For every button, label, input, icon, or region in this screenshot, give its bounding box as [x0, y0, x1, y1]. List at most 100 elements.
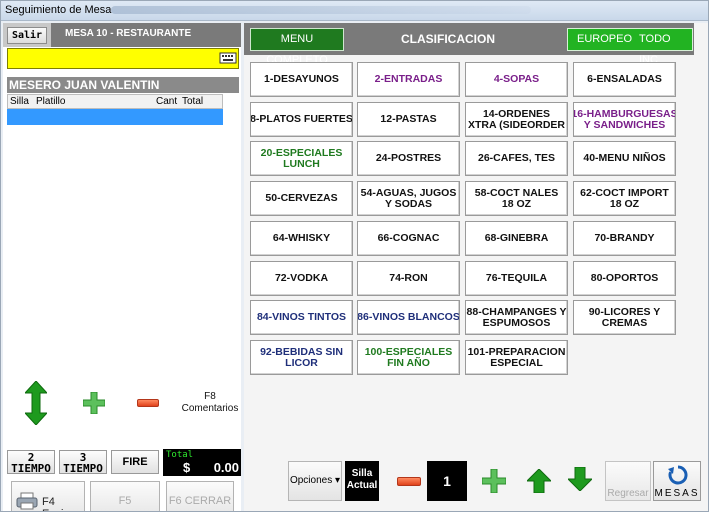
mesero-label: MESERO JUAN VALENTIN [7, 77, 239, 93]
plus-icon[interactable] [83, 392, 105, 414]
total-currency: $ [183, 460, 191, 475]
category-button[interactable]: 12-PASTAS [357, 102, 460, 137]
menu-completo-button[interactable]: MENU COMPLETO [250, 28, 344, 66]
category-label: 74-RON [389, 272, 428, 284]
category-button[interactable]: 66-COGNAC [357, 221, 460, 256]
category-button[interactable]: 80-OPORTOS [573, 261, 676, 296]
category-label: 86-VINOS BLANCOS [357, 311, 460, 323]
category-button[interactable]: 54-AGUAS, JUGOS Y SODAS [357, 181, 460, 216]
plan-selector[interactable]: EUROPEO TODO INC [567, 28, 693, 66]
category-button[interactable]: 1-DESAYUNOS [250, 62, 353, 97]
minus-icon[interactable] [137, 399, 159, 407]
order-grid-header: Silla Platillo Cant Total [7, 94, 223, 109]
total-value: 0.00 [213, 460, 239, 475]
up-arrow-icon[interactable] [527, 469, 551, 493]
category-label: 2-ENTRADAS [374, 73, 443, 85]
category-button[interactable]: 72-VODKA [250, 261, 353, 296]
order-grid[interactable] [7, 109, 223, 354]
silla-minus-icon[interactable] [397, 477, 421, 486]
category-label: 54-AGUAS, JUGOS Y SODAS [360, 186, 457, 210]
category-label: 16-HAMBURGUESAS Y SANDWICHES [573, 107, 676, 131]
category-label: 24-POSTRES [375, 152, 442, 164]
category-button[interactable]: 62-COCT IMPORT 18 OZ [573, 181, 676, 216]
category-label: 76-TEQUILA [485, 272, 548, 284]
tiempo-3-button[interactable]: 3 TIEMPO [59, 450, 107, 474]
f5-voucher-button[interactable]: F5 VOUCHER [90, 481, 160, 511]
f6-cerrar-button[interactable]: F6 CERRAR [166, 481, 234, 511]
category-button[interactable]: 40-MENU NIÑOS [573, 141, 676, 176]
category-label: 6-ENSALADAS [587, 73, 662, 85]
silla-plus-icon[interactable] [482, 469, 506, 493]
category-button[interactable]: 101-PREPARACION ESPECIAL [465, 340, 568, 375]
order-grid-selected-row[interactable] [7, 109, 223, 125]
mesas-button[interactable]: MESAS [653, 461, 701, 501]
category-label: 1-DESAYUNOS [264, 73, 339, 85]
col-silla[interactable]: Silla [10, 96, 29, 107]
salir-button[interactable]: Salir [7, 27, 47, 44]
category-button[interactable]: 90-LICORES Y CREMAS [573, 300, 676, 335]
up-down-arrows-icon[interactable] [25, 381, 47, 425]
category-label: 70-BRANDY [594, 232, 655, 244]
category-button[interactable]: 88-CHAMPANGES Y ESPUMOSOS [465, 300, 568, 335]
category-label: 62-COCT IMPORT 18 OZ [580, 186, 669, 210]
opciones-button[interactable]: Opciones ▾ [288, 461, 342, 501]
category-button[interactable]: 100-ESPECIALES FIN AÑO [357, 340, 460, 375]
category-label: 92-BEBIDAS SIN LICOR [260, 345, 343, 369]
total-display: Total $ 0.00 [163, 449, 241, 476]
category-label: 40-MENU NIÑOS [583, 152, 666, 164]
order-input[interactable] [7, 48, 239, 69]
category-button[interactable]: 6-ENSALADAS [573, 62, 676, 97]
mesa-label: MESA 10 - RESTAURANTE [65, 28, 192, 39]
category-button[interactable]: 20-ESPECIALES LUNCH [250, 141, 353, 176]
f4-enviar-label: F4 Enviar [42, 496, 73, 511]
category-label: 20-ESPECIALES LUNCH [260, 146, 343, 170]
category-label: 14-ORDENES XTRA (SIDEORDER [467, 107, 566, 131]
category-button[interactable]: 50-CERVEZAS [250, 181, 353, 216]
regresar-button[interactable]: Regresar [605, 461, 651, 501]
f4-enviar-button[interactable]: F4 Enviar [11, 481, 85, 511]
category-label: 12-PASTAS [380, 113, 437, 125]
category-button[interactable]: 26-CAFES, TES [465, 141, 568, 176]
category-button[interactable]: 68-GINEBRA [465, 221, 568, 256]
title-bar: Seguimiento de Mesa [1, 1, 708, 21]
category-button[interactable]: 2-ENTRADAS [357, 62, 460, 97]
total-label: Total [166, 450, 194, 460]
category-label: 50-CERVEZAS [265, 192, 338, 204]
category-button[interactable]: 16-HAMBURGUESAS Y SANDWICHES [573, 102, 676, 137]
opciones-label: Opciones [289, 475, 333, 486]
tiempo-2-button[interactable]: 2 TIEMPO [7, 450, 55, 474]
category-label: 58-COCT NALES 18 OZ [474, 186, 559, 210]
keyboard-icon[interactable] [219, 50, 237, 66]
europeo-option[interactable]: EUROPEO [577, 29, 632, 50]
title-bar-blur [111, 6, 531, 14]
category-button[interactable]: 92-BEBIDAS SIN LICOR [250, 340, 353, 375]
category-button[interactable]: 58-COCT NALES 18 OZ [465, 181, 568, 216]
window-title: Seguimiento de Mesa [5, 4, 112, 16]
left-panel: Salir MESA 10 - RESTAURANTE MESERO JUAN … [3, 23, 241, 511]
down-arrow-icon[interactable] [568, 467, 592, 491]
category-button[interactable]: 84-VINOS TINTOS [250, 300, 353, 335]
category-label: 4-SOPAS [493, 73, 540, 85]
category-button[interactable]: 8-PLATOS FUERTES [250, 102, 353, 137]
col-cant[interactable]: Cant [156, 96, 177, 107]
col-platillo[interactable]: Platillo [36, 96, 65, 107]
category-button[interactable]: 4-SOPAS [465, 62, 568, 97]
col-total[interactable]: Total [182, 96, 203, 107]
silla-number: 1 [427, 461, 467, 501]
category-label: 100-ESPECIALES FIN AÑO [364, 345, 453, 369]
category-button[interactable]: 74-RON [357, 261, 460, 296]
category-label: 72-VODKA [274, 272, 329, 284]
category-button[interactable]: 86-VINOS BLANCOS [357, 300, 460, 335]
printer-icon [16, 492, 38, 510]
category-button[interactable]: 70-BRANDY [573, 221, 676, 256]
category-button[interactable]: 14-ORDENES XTRA (SIDEORDER [465, 102, 568, 137]
category-label: 101-PREPARACION ESPECIAL [467, 345, 566, 369]
f8-comentarios-button[interactable]: F8 Comentarios [181, 391, 239, 415]
category-button[interactable]: 76-TEQUILA [465, 261, 568, 296]
category-label: 90-LICORES Y CREMAS [588, 305, 661, 329]
category-label: 26-CAFES, TES [477, 152, 556, 164]
category-button[interactable]: 24-POSTRES [357, 141, 460, 176]
category-label: 84-VINOS TINTOS [256, 311, 347, 323]
category-button[interactable]: 64-WHISKY [250, 221, 353, 256]
fire-button[interactable]: FIRE [111, 450, 159, 474]
